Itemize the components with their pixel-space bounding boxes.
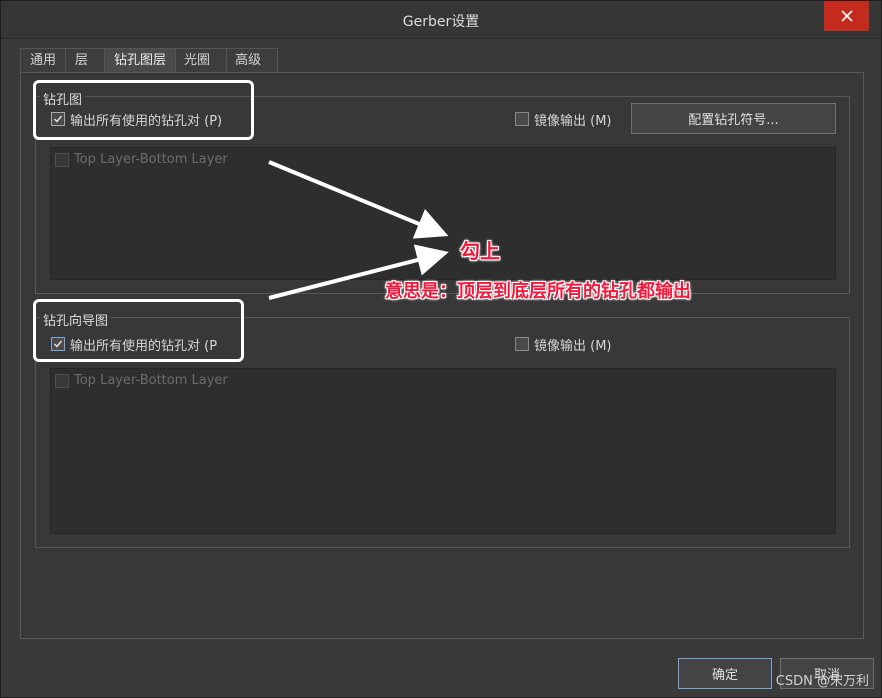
annotation-arrows bbox=[268, 160, 449, 300]
annotation-meaning-note: 意思是：顶层到底层所有的钻孔都输出 bbox=[385, 281, 691, 302]
arrow-icon bbox=[268, 160, 449, 239]
watermark: CSDN @宋万利 bbox=[775, 674, 869, 689]
gerber-settings-dialog: Gerber设置 通用 层 钻孔图层 光圈 高级 钻孔图 输出所有使用的钻孔对 … bbox=[0, 0, 882, 698]
annotation-check-note: 勾上 bbox=[460, 239, 500, 263]
